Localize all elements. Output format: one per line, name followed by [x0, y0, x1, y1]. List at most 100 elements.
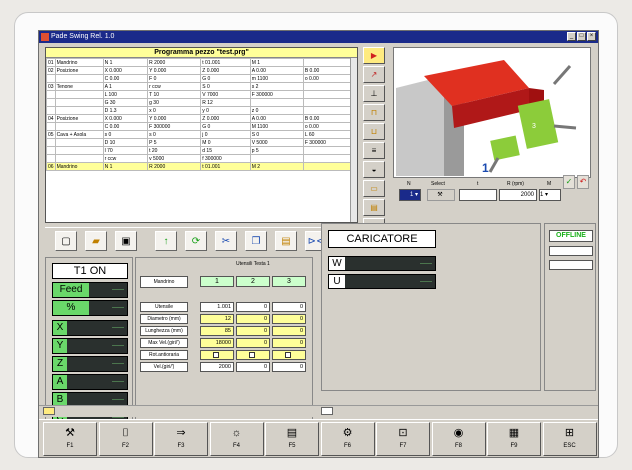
tool-param-cell[interactable]: 0 — [272, 314, 306, 324]
param-cell[interactable]: V 7000 — [200, 90, 251, 99]
tool-param-cell[interactable]: 18000 — [200, 338, 234, 348]
tool-param-cell[interactable]: 0 — [236, 338, 270, 348]
param-cell[interactable]: R 2000 — [147, 58, 202, 67]
param-cell[interactable]: o 0.00 — [302, 74, 358, 83]
tool-header[interactable]: 3 — [272, 276, 306, 287]
saw-op-button[interactable]: ◒ — [363, 161, 385, 178]
param-cell[interactable]: Z 0.000 — [200, 114, 251, 123]
param-cell[interactable] — [302, 90, 358, 99]
program-row[interactable]: 05 Cava + Asola s 0s 0j 0S 0L 60 — [46, 130, 358, 139]
program-row[interactable]: C 0.00 F 300000 G 0M 1100 o 0.00 — [46, 122, 358, 131]
tool-param-cell[interactable]: 0 — [272, 326, 306, 336]
tool-param-cell[interactable]: 1.001 — [200, 302, 234, 312]
m-select[interactable]: 1 ▾ — [539, 189, 561, 201]
param-cell[interactable]: f 300000 — [200, 154, 251, 163]
minimize-button[interactable]: _ — [567, 32, 576, 41]
program-scrollbar[interactable] — [350, 58, 357, 222]
position-op-button[interactable]: ↗ — [363, 66, 385, 83]
program-row[interactable]: D 10 P 5M 0V 5000 F 300000 — [46, 138, 358, 147]
select-tool-icon[interactable]: ⚒ — [427, 189, 455, 201]
tool-param-cell[interactable]: 0 — [236, 362, 270, 372]
rpm-field[interactable]: 2000 — [499, 189, 537, 201]
param-cell[interactable]: A 1 — [102, 82, 149, 91]
param-cell[interactable]: j 0 — [200, 130, 251, 139]
program-row[interactable]: r ccw v 5000 f 300000 — [46, 154, 358, 163]
param-cell[interactable]: Y 0.000 — [147, 114, 202, 123]
param-cell[interactable]: V 5000 — [249, 138, 304, 147]
param-cell[interactable]: z 0 — [249, 106, 304, 115]
param-cell[interactable]: t 01.001 — [200, 58, 251, 67]
param-cell[interactable] — [302, 98, 358, 107]
fkey-f8[interactable]: ◉ F8 — [431, 422, 486, 456]
slot-op-button[interactable]: ⊔ — [363, 123, 385, 140]
tool-param-cell[interactable]: 0 — [272, 338, 306, 348]
copy-icon[interactable]: ❐ — [245, 231, 267, 251]
program-row[interactable]: L 100 T 10 V 7000 F 300000 — [46, 90, 358, 99]
param-cell[interactable]: A 0.00 — [249, 114, 304, 123]
message-icon[interactable] — [321, 407, 333, 415]
ccw-checkbox[interactable] — [200, 350, 234, 360]
tool-param-cell[interactable]: 0 — [236, 326, 270, 336]
param-cell[interactable]: T 10 — [147, 90, 202, 99]
n-select[interactable]: 1 ▾ — [399, 189, 421, 201]
param-cell[interactable]: r ccw — [147, 82, 202, 91]
fkey-f1[interactable]: ⚒ F1 — [43, 422, 97, 456]
cut-op-button[interactable]: ≡ — [363, 142, 385, 159]
param-cell[interactable]: F 0 — [147, 74, 202, 83]
program-row[interactable]: G 30 g 30 R 12 — [46, 98, 358, 107]
param-cell[interactable]: F 300000 — [302, 138, 358, 147]
param-cell[interactable]: s 2 — [249, 82, 304, 91]
refresh-icon[interactable]: ⟳ — [185, 231, 207, 251]
spindle-op-button[interactable]: ▶ — [363, 47, 385, 64]
param-cell[interactable]: r ccw — [102, 154, 149, 163]
fkey-f9[interactable]: ▦ F9 — [487, 422, 541, 456]
undo-button[interactable]: ↶ — [577, 175, 589, 189]
fkey-f5[interactable]: ▤ F5 — [265, 422, 319, 456]
program-row[interactable]: 03 Tenone A 1r ccw S 0s 2 — [46, 82, 358, 91]
param-cell[interactable]: y 0 — [200, 106, 251, 115]
param-cell[interactable]: G 30 — [102, 98, 149, 107]
ccw-checkbox[interactable] — [272, 350, 306, 360]
tool-header[interactable]: 1 — [200, 276, 234, 287]
program-row[interactable]: 06 Mandrino N 1R 2000 t 01.001 M 2 — [46, 162, 358, 171]
param-cell[interactable]: Z 0.000 — [200, 66, 251, 75]
param-cell[interactable]: F 300000 — [249, 90, 304, 99]
param-cell[interactable]: G 0 — [200, 122, 251, 131]
param-cell[interactable]: M 0 — [200, 138, 251, 147]
program-row[interactable]: l 70 t 20 d 15 p 5 — [46, 146, 358, 155]
tool-param-cell[interactable]: 12 — [200, 314, 234, 324]
param-cell[interactable]: D 1.3 — [102, 106, 149, 115]
program-row[interactable]: 04 Posizione X 0.000 Y 0.000 Z 0.000 A 0.00 B … — [46, 114, 358, 123]
tool-param-cell[interactable]: 2000 — [200, 362, 234, 372]
tool-param-cell[interactable]: 85 — [200, 326, 234, 336]
close-button[interactable]: × — [587, 32, 596, 41]
param-cell[interactable]: M 1100 — [249, 122, 304, 131]
param-cell[interactable]: M 2 — [249, 162, 304, 171]
profile-op-button[interactable]: ▭ — [363, 180, 385, 197]
param-cell[interactable]: C 0.00 — [102, 122, 149, 131]
open-folder-icon[interactable]: ▰ — [85, 231, 107, 251]
tenon-op-button[interactable]: ⊓ — [363, 104, 385, 121]
param-cell[interactable] — [302, 58, 358, 67]
param-cell[interactable] — [302, 154, 358, 163]
param-cell[interactable]: s 0 — [147, 130, 202, 139]
param-cell[interactable]: R 2000 — [147, 162, 202, 171]
fkey-f4[interactable]: ☼ F4 — [209, 422, 264, 456]
param-cell[interactable]: P 5 — [147, 138, 202, 147]
save-icon[interactable]: ▣ — [115, 231, 137, 251]
param-cell[interactable]: L 60 — [302, 130, 358, 139]
param-cell[interactable]: M 1 — [249, 58, 304, 67]
param-cell[interactable]: t 20 — [147, 146, 202, 155]
program-row[interactable]: C 0.00 F 0G 0m 1100 o 0.00 — [46, 74, 358, 83]
param-cell[interactable]: R 12 — [200, 98, 251, 107]
param-cell[interactable]: g 30 — [147, 98, 202, 107]
program-row[interactable]: 01 Mandrino N 1R 2000 t 01.001 M 1 — [46, 58, 358, 67]
param-cell[interactable]: s 0 — [102, 130, 149, 139]
fkey-f7[interactable]: ⊡ F7 — [376, 422, 430, 456]
param-cell[interactable]: B 0.00 — [302, 66, 358, 75]
param-cell[interactable] — [302, 82, 358, 91]
fkey-f3[interactable]: ⇒ F3 — [154, 422, 208, 456]
param-cell[interactable] — [302, 162, 358, 171]
tool-header[interactable]: 2 — [236, 276, 270, 287]
param-cell[interactable]: Y 0.000 — [147, 66, 202, 75]
